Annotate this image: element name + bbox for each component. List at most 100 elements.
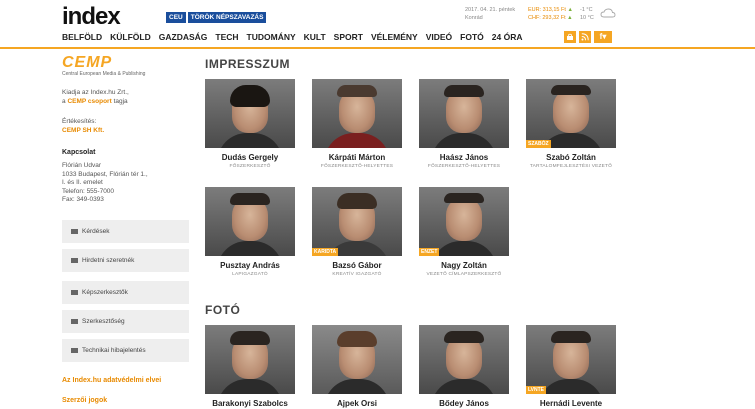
staff-card[interactable]: Pusztay András LAPIGAZGATÓ [205, 187, 295, 277]
staff-name[interactable]: Ajpek Orsi [312, 399, 402, 408]
envelope-icon [71, 258, 78, 263]
site-header: index CEU TÖRÖK NÉPSZAVAZÁS 2017. 04. 21… [0, 0, 755, 50]
nav-24-ora[interactable]: 24 ÓRA [492, 30, 523, 44]
staff-badge: SZABÓZ [526, 140, 551, 148]
staff-name[interactable]: Dudás Gergely [205, 153, 295, 162]
staff-card[interactable]: Dudás Gergely FŐSZERKESZTŐ [205, 79, 295, 169]
staff-badge: LVNTE [526, 386, 547, 394]
page: index CEU TÖRÖK NÉPSZAVAZÁS 2017. 04. 21… [0, 0, 755, 409]
staff-name[interactable]: Bődey János [419, 399, 509, 408]
group-line: a CEMP csoport tagja [62, 98, 190, 107]
index-logo[interactable]: index [62, 3, 121, 31]
nav-tech[interactable]: TECH [215, 30, 238, 44]
nav-tudomany[interactable]: TUDOMÁNY [247, 30, 296, 44]
staff-card[interactable]: Barakonyi Szabolcs [205, 325, 295, 408]
privacy-link[interactable]: Az Index.hu adatvédelmi elvei [62, 377, 161, 384]
staff-card[interactable]: Kárpáti Márton FŐSZERKESZTŐ-HELYETTES [312, 79, 402, 169]
staff-role: KREATÍV IGAZGATÓ [332, 272, 382, 277]
staff-photo[interactable]: SZABÓZ [526, 79, 616, 148]
copyright-link[interactable]: Szerzői jogok [62, 397, 107, 404]
nav-velemeny[interactable]: VÉLEMÉNY [371, 30, 418, 44]
main-nav: BELFÖLD KÜLFÖLD GAZDASÁG TECH TUDOMÁNY K… [62, 30, 531, 44]
contact-line: I. és II. emelet [62, 179, 103, 186]
staff-card[interactable]: Ajpek Orsi [312, 325, 402, 408]
menu-szerkesztoseg[interactable]: Szerkesztőség [62, 310, 189, 333]
date-block: 2017. 04. 21. péntek Konrád [465, 6, 515, 22]
temperature-block[interactable]: -1 °C 10 °C [580, 6, 594, 22]
tag-ceu[interactable]: CEU [166, 12, 186, 23]
menu-label: Kérdések [82, 228, 110, 235]
staff-name[interactable]: Kárpáti Márton [312, 153, 402, 162]
facebook-label: f [599, 32, 603, 41]
staff-name[interactable]: Hernádi Levente [526, 399, 616, 408]
staff-name[interactable]: Pusztay András [205, 261, 295, 270]
staff-role: VEZETŐ CÍMLAPSZERKESZTŐ [426, 272, 502, 277]
staff-photo[interactable] [312, 79, 402, 148]
currency-block[interactable]: EUR: 313,15 Ft ▲ CHF: 293,32 Ft ▲ [528, 6, 573, 22]
staff-photo[interactable] [419, 79, 509, 148]
nav-kult[interactable]: KULT [304, 30, 326, 44]
nav-gazdasag[interactable]: GAZDASÁG [159, 30, 208, 44]
staff-photo[interactable] [205, 187, 295, 256]
menu-label: Technikai hibajelentés [82, 347, 146, 354]
staff-name[interactable]: Barakonyi Szabolcs [205, 399, 295, 408]
staff-photo[interactable]: ENZET [419, 187, 509, 256]
up-arrow-icon: ▲ [567, 15, 573, 21]
contact-line: 1033 Budapest, Flórián tér 1., [62, 170, 148, 178]
group-prefix: a [62, 97, 66, 105]
hot-tags: CEU TÖRÖK NÉPSZAVAZÁS [166, 12, 267, 23]
tag-torok-nepszavazas[interactable]: TÖRÖK NÉPSZAVAZÁS [187, 12, 267, 23]
nav-kulfold[interactable]: KÜLFÖLD [110, 30, 151, 44]
nav-sport[interactable]: SPORT [334, 30, 363, 44]
menu-kepszerkesztok[interactable]: Képszerkesztők [62, 281, 189, 304]
nav-icons: f ▾ [564, 31, 612, 43]
menu-hirdetni[interactable]: Hirdetni szeretnék [62, 249, 189, 272]
menu-kerdesek[interactable]: Kérdések [62, 220, 189, 243]
menu-label: Szerkesztőség [82, 318, 125, 325]
chf-rate: CHF: 293,32 Ft [528, 15, 566, 21]
shop-icon[interactable] [564, 31, 576, 43]
staff-name[interactable]: Bazsó Gábor [312, 261, 402, 270]
section-title-foto: FOTÓ [205, 303, 241, 317]
staff-photo[interactable] [312, 325, 402, 394]
staff-name[interactable]: Haász János [419, 153, 509, 162]
facebook-icon[interactable]: f ▾ [594, 31, 612, 43]
staff-card[interactable]: ENZET Nagy Zoltán VEZETŐ CÍMLAPSZERKESZT… [419, 187, 509, 277]
rss-icon[interactable] [579, 31, 591, 43]
contact-line: Telefon: 555-7000 [62, 187, 115, 195]
envelope-icon [71, 319, 78, 324]
staff-card[interactable]: Bődey János [419, 325, 509, 408]
eur-rate: EUR: 313,15 Ft [528, 7, 566, 13]
staff-role: TARTALOMFEJLESZTÉSI VEZETŐ [529, 164, 613, 169]
temp-high: 10 °C [580, 15, 594, 21]
staff-card[interactable]: LVNTE Hernádi Levente [526, 325, 616, 408]
staff-photo[interactable] [419, 325, 509, 394]
staff-name[interactable]: Szabó Zoltán [526, 153, 616, 162]
section-title-impresszum: IMPRESSZUM [205, 57, 291, 71]
contact-title: Kapcsolat [62, 149, 96, 156]
nav-belfold[interactable]: BELFÖLD [62, 30, 102, 44]
staff-photo[interactable]: LVNTE [526, 325, 616, 394]
nav-foto[interactable]: FOTÓ [460, 30, 484, 44]
staff-card[interactable]: SZABÓZ Szabó Zoltán TARTALOMFEJLESZTÉSI … [526, 79, 616, 169]
staff-badge: KARIDTA [312, 248, 339, 256]
staff-card[interactable]: Haász János FŐSZERKESZTŐ-HELYETTES [419, 79, 509, 169]
menu-label: Hirdetni szeretnék [82, 257, 135, 264]
staff-photo[interactable] [205, 325, 295, 394]
up-arrow-icon: ▲ [567, 7, 573, 13]
date-text: 2017. 04. 21. péntek [465, 7, 516, 13]
staff-name[interactable]: Nagy Zoltán [419, 261, 509, 270]
menu-technikai[interactable]: Technikai hibajelentés [62, 339, 189, 362]
group-suffix: tagja [113, 97, 128, 105]
menu-label: Képszerkesztők [82, 289, 128, 296]
sales-link[interactable]: CEMP SH Kft. [62, 127, 190, 136]
cloud-icon [600, 8, 616, 18]
nav-video[interactable]: VIDEÓ [426, 30, 452, 44]
staff-photo[interactable] [205, 79, 295, 148]
nameday-text: Konrád [465, 15, 483, 21]
cemp-logo[interactable]: CEMP [62, 55, 190, 71]
cemp-group-link[interactable]: CEMP csoport [67, 98, 111, 105]
header-divider [0, 47, 755, 49]
staff-photo[interactable]: KARIDTA [312, 187, 402, 256]
staff-card[interactable]: KARIDTA Bazsó Gábor KREATÍV IGAZGATÓ [312, 187, 402, 277]
